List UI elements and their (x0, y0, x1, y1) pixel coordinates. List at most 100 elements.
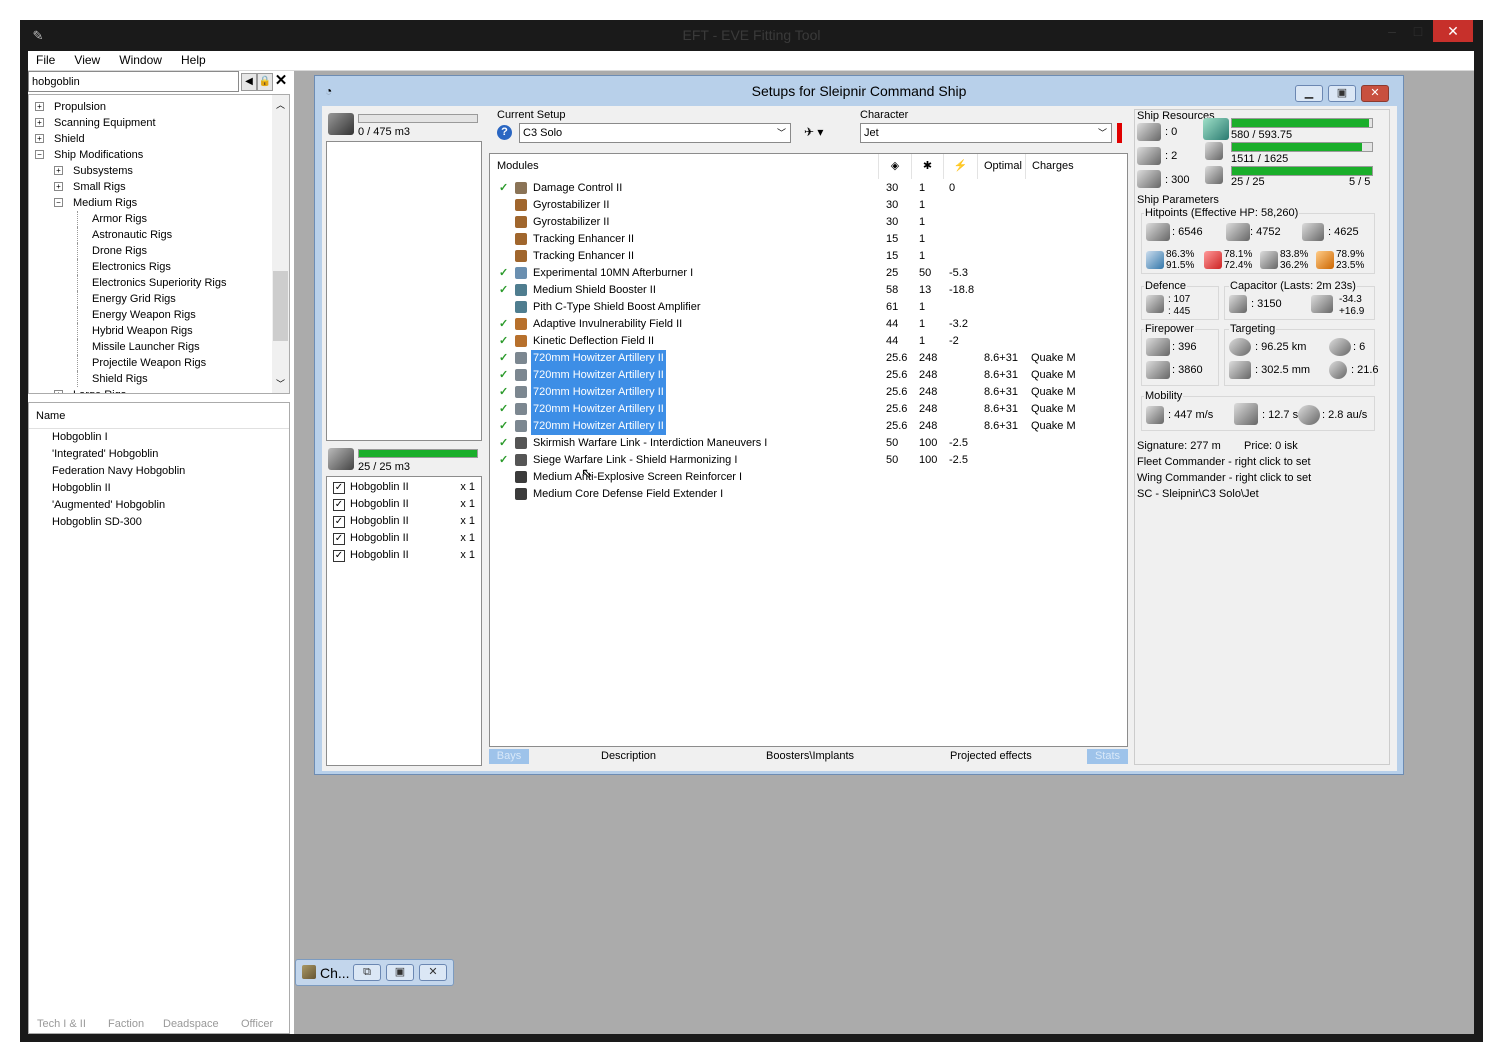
scroll-down-icon[interactable]: ﹀ (276, 377, 285, 390)
tab-boosters-implants[interactable]: Boosters\Implants (766, 749, 854, 764)
wing-commander[interactable]: Wing Commander - right click to set (1137, 472, 1311, 484)
table-row[interactable]: ✓ 720mm Howitzer Artillery II 25.6 248 8.6+3… (490, 384, 1127, 401)
minimize-button[interactable]: – (1379, 20, 1405, 42)
drone-row[interactable]: ✓ Hobgoblin II x 1 (329, 547, 479, 564)
table-row[interactable]: ✓ 720mm Howitzer Artillery II 25.6 248 8.6+3… (490, 350, 1127, 367)
table-row[interactable]: Tracking Enhancer II 15 1 (490, 231, 1127, 248)
tree-node[interactable]: Shield (54, 131, 85, 147)
tree-node[interactable]: Subsystems (73, 163, 133, 179)
table-row[interactable]: Pith C-Type Shield Boost Amplifier 61 1 (490, 299, 1127, 316)
close-button[interactable]: ✕ (1433, 20, 1473, 42)
drone-checkbox[interactable]: ✓ (333, 533, 345, 545)
tree-node[interactable]: Hybrid Weapon Rigs (92, 323, 193, 339)
table-row[interactable]: ✓ Damage Control II 30 1 0 (490, 180, 1127, 197)
tab-bays[interactable]: Bays (489, 749, 529, 764)
tree-node[interactable]: Electronics Superiority Rigs (92, 275, 227, 291)
fit-minimize-button[interactable]: ▁ (1295, 85, 1323, 102)
optimal-header[interactable]: Optimal (978, 154, 1026, 179)
tree-expander-icon[interactable]: + (54, 182, 63, 191)
tab-description[interactable]: Description (601, 749, 656, 764)
drone-row[interactable]: ✓ Hobgoblin II x 1 (329, 513, 479, 530)
child-restore-button[interactable]: ⧉ (353, 964, 381, 981)
tree-scrollbar[interactable]: ︿ ﹀ (272, 95, 289, 393)
name-column-header[interactable]: Name (29, 403, 289, 429)
menu-view[interactable]: View (66, 51, 108, 70)
cpu-column-icon[interactable]: ◈ (879, 154, 912, 179)
list-item[interactable]: 'Integrated' Hobgoblin (29, 446, 289, 463)
tree-expander-icon[interactable]: + (54, 166, 63, 175)
modules-header[interactable]: Modules (490, 154, 879, 179)
table-row[interactable]: Gyrostabilizer II 30 1 (490, 214, 1127, 231)
drone-row[interactable]: ✓ Hobgoblin II x 1 (329, 530, 479, 547)
clear-search-icon[interactable]: ✕ (273, 73, 289, 91)
window-menu-icon[interactable]: ◔ (325, 84, 332, 98)
table-row[interactable]: ✓ Experimental 10MN Afterburner I 25 50 -5.3 (490, 265, 1127, 282)
help-icon[interactable]: ? (497, 125, 512, 140)
charges-header[interactable]: Charges (1026, 154, 1126, 179)
drone-checkbox[interactable]: ✓ (333, 482, 345, 494)
tree-node[interactable]: Large Rigs (73, 387, 126, 393)
setup-dropdown[interactable]: C3 Solo ﹀ (519, 123, 791, 143)
fit-close-button[interactable]: ✕ (1361, 85, 1389, 102)
menu-window[interactable]: Window (111, 51, 170, 70)
list-item[interactable]: Hobgoblin I (29, 429, 289, 446)
menu-file[interactable]: File (28, 51, 63, 70)
tree-node[interactable]: Armor Rigs (92, 211, 147, 227)
table-row[interactable]: ✓ 720mm Howitzer Artillery II 25.6 248 8.6+3… (490, 401, 1127, 418)
table-row[interactable]: ✓ Kinetic Deflection Field II 44 1 -2 (490, 333, 1127, 350)
lock-icon[interactable]: 🔒 (257, 73, 273, 91)
maximize-button[interactable]: □ (1405, 20, 1431, 42)
search-input[interactable] (28, 71, 239, 92)
tree-node[interactable]: Astronautic Rigs (92, 227, 172, 243)
table-row[interactable]: ✓ Medium Shield Booster II 58 13 -18.8 (490, 282, 1127, 299)
tree-node[interactable]: Medium Rigs (73, 195, 137, 211)
tree-node[interactable]: Shield Rigs (92, 371, 148, 387)
drone-row[interactable]: ✓ Hobgoblin II x 1 (329, 496, 479, 513)
table-row[interactable]: ✓ Skirmish Warfare Link - Interdiction Ma… (490, 435, 1127, 452)
minimized-child-window[interactable]: Ch... ⧉ ▣ ✕ (295, 959, 454, 986)
tab-officer[interactable]: Officer (241, 1018, 273, 1030)
list-item[interactable]: Hobgoblin SD-300 (29, 514, 289, 531)
tab-tech[interactable]: Tech I & II (37, 1018, 86, 1030)
child-close-button[interactable]: ✕ (419, 964, 447, 981)
tree-node[interactable]: Ship Modifications (54, 147, 143, 163)
tree-node[interactable]: Projectile Weapon Rigs (92, 355, 206, 371)
powergrid-column-icon[interactable]: ✱ (912, 154, 944, 179)
tab-faction[interactable]: Faction (108, 1018, 144, 1030)
drone-checkbox[interactable]: ✓ (333, 516, 345, 528)
fleet-commander[interactable]: Fleet Commander - right click to set (1137, 456, 1311, 468)
tree-node[interactable]: Propulsion (54, 99, 106, 115)
child-maximize-button[interactable]: ▣ (386, 964, 414, 981)
menu-help[interactable]: Help (173, 51, 214, 70)
tree-node[interactable]: Electronics Rigs (92, 259, 171, 275)
tree-expander-icon[interactable]: + (35, 102, 44, 111)
ship-tools-icon[interactable]: ✈ ▾ (804, 125, 823, 139)
tree-node[interactable]: Small Rigs (73, 179, 126, 195)
table-row[interactable]: ✓ Adaptive Invulnerability Field II 44 1 -3.… (490, 316, 1127, 333)
table-row[interactable]: Gyrostabilizer II 30 1 (490, 197, 1127, 214)
drone-checkbox[interactable]: ✓ (333, 550, 345, 562)
drone-row[interactable]: ✓ Hobgoblin II x 1 (329, 479, 479, 496)
scroll-up-icon[interactable]: ︿ (276, 98, 285, 111)
tree-expander-icon[interactable]: − (54, 198, 63, 207)
scroll-thumb[interactable] (273, 271, 288, 341)
tree-expander-icon[interactable]: + (35, 134, 44, 143)
tab-stats[interactable]: Stats (1087, 749, 1128, 764)
table-row[interactable]: ✓ 720mm Howitzer Artillery II 25.6 248 8.6+3… (490, 418, 1127, 435)
table-row[interactable]: Tracking Enhancer II 15 1 (490, 248, 1127, 265)
drone-checkbox[interactable]: ✓ (333, 499, 345, 511)
character-dropdown[interactable]: Jet ﹀ (860, 123, 1112, 143)
tab-deadspace[interactable]: Deadspace (163, 1018, 219, 1030)
list-item[interactable]: Hobgoblin II (29, 480, 289, 497)
list-item[interactable]: Federation Navy Hobgoblin (29, 463, 289, 480)
tree-node[interactable]: Energy Weapon Rigs (92, 307, 196, 323)
tree-expander-icon[interactable]: + (54, 390, 63, 393)
tree-node[interactable]: Scanning Equipment (54, 115, 156, 131)
tree-node[interactable]: Missile Launcher Rigs (92, 339, 200, 355)
squad-commander[interactable]: SC - Sleipnir\C3 Solo\Jet (1137, 488, 1259, 500)
cargo-hold-list[interactable] (326, 141, 482, 441)
list-item[interactable]: 'Augmented' Hobgoblin (29, 497, 289, 514)
table-row[interactable]: ✓ 720mm Howitzer Artillery II 25.6 248 8.6+3… (490, 367, 1127, 384)
table-row[interactable]: Medium Core Defense Field Extender I (490, 486, 1127, 503)
tree-expander-icon[interactable]: + (35, 118, 44, 127)
